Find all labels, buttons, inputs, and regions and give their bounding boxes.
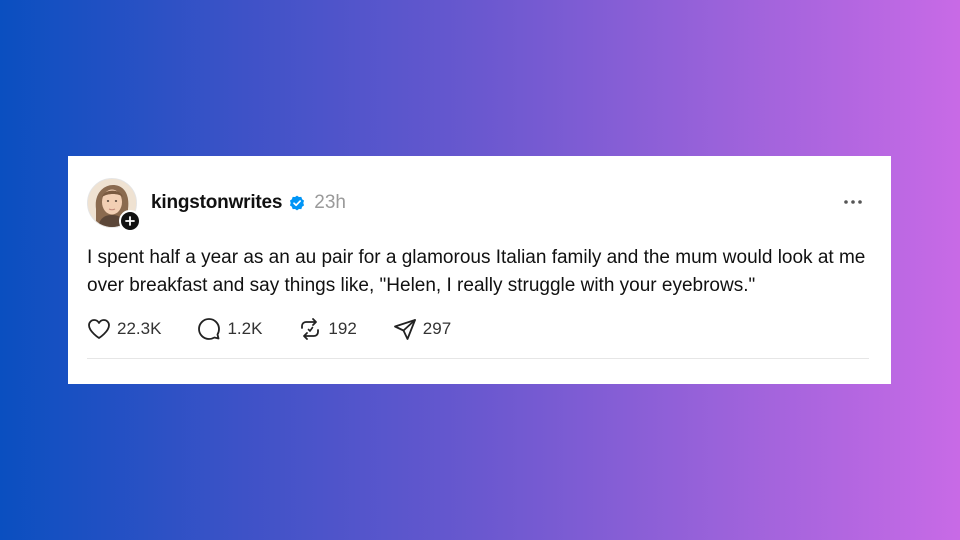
follow-button[interactable] — [119, 210, 141, 232]
repost-button[interactable]: 192 — [298, 317, 357, 341]
share-button[interactable]: 297 — [393, 317, 451, 341]
comment-icon — [198, 318, 221, 340]
like-button[interactable]: 22.3K — [87, 318, 161, 340]
post-card: kingstonwrites 23h I spent half a year a… — [68, 156, 891, 384]
heart-icon — [88, 319, 110, 339]
send-icon — [393, 319, 416, 340]
post-timestamp[interactable]: 23h — [314, 192, 346, 214]
username-link[interactable]: kingstonwrites — [151, 192, 282, 214]
reply-count: 1.2K — [227, 319, 263, 338]
post-text: I spent half a year as an au pair for a … — [87, 247, 866, 296]
repost-icon — [301, 318, 320, 340]
repost-count: 192 — [328, 319, 357, 338]
like-count: 22.3K — [117, 319, 162, 338]
plus-icon — [125, 216, 135, 226]
more-options-button[interactable] — [841, 192, 865, 212]
divider — [87, 358, 869, 359]
action-bar: 22.3K 1.2K 192 297 — [87, 317, 487, 341]
avatar-container[interactable] — [87, 178, 141, 232]
post-header: kingstonwrites 23h — [151, 189, 346, 217]
reply-button[interactable]: 1.2K — [197, 317, 262, 341]
verified-badge-icon — [288, 194, 306, 212]
share-count: 297 — [422, 319, 452, 338]
more-horizontal-icon — [844, 200, 862, 204]
